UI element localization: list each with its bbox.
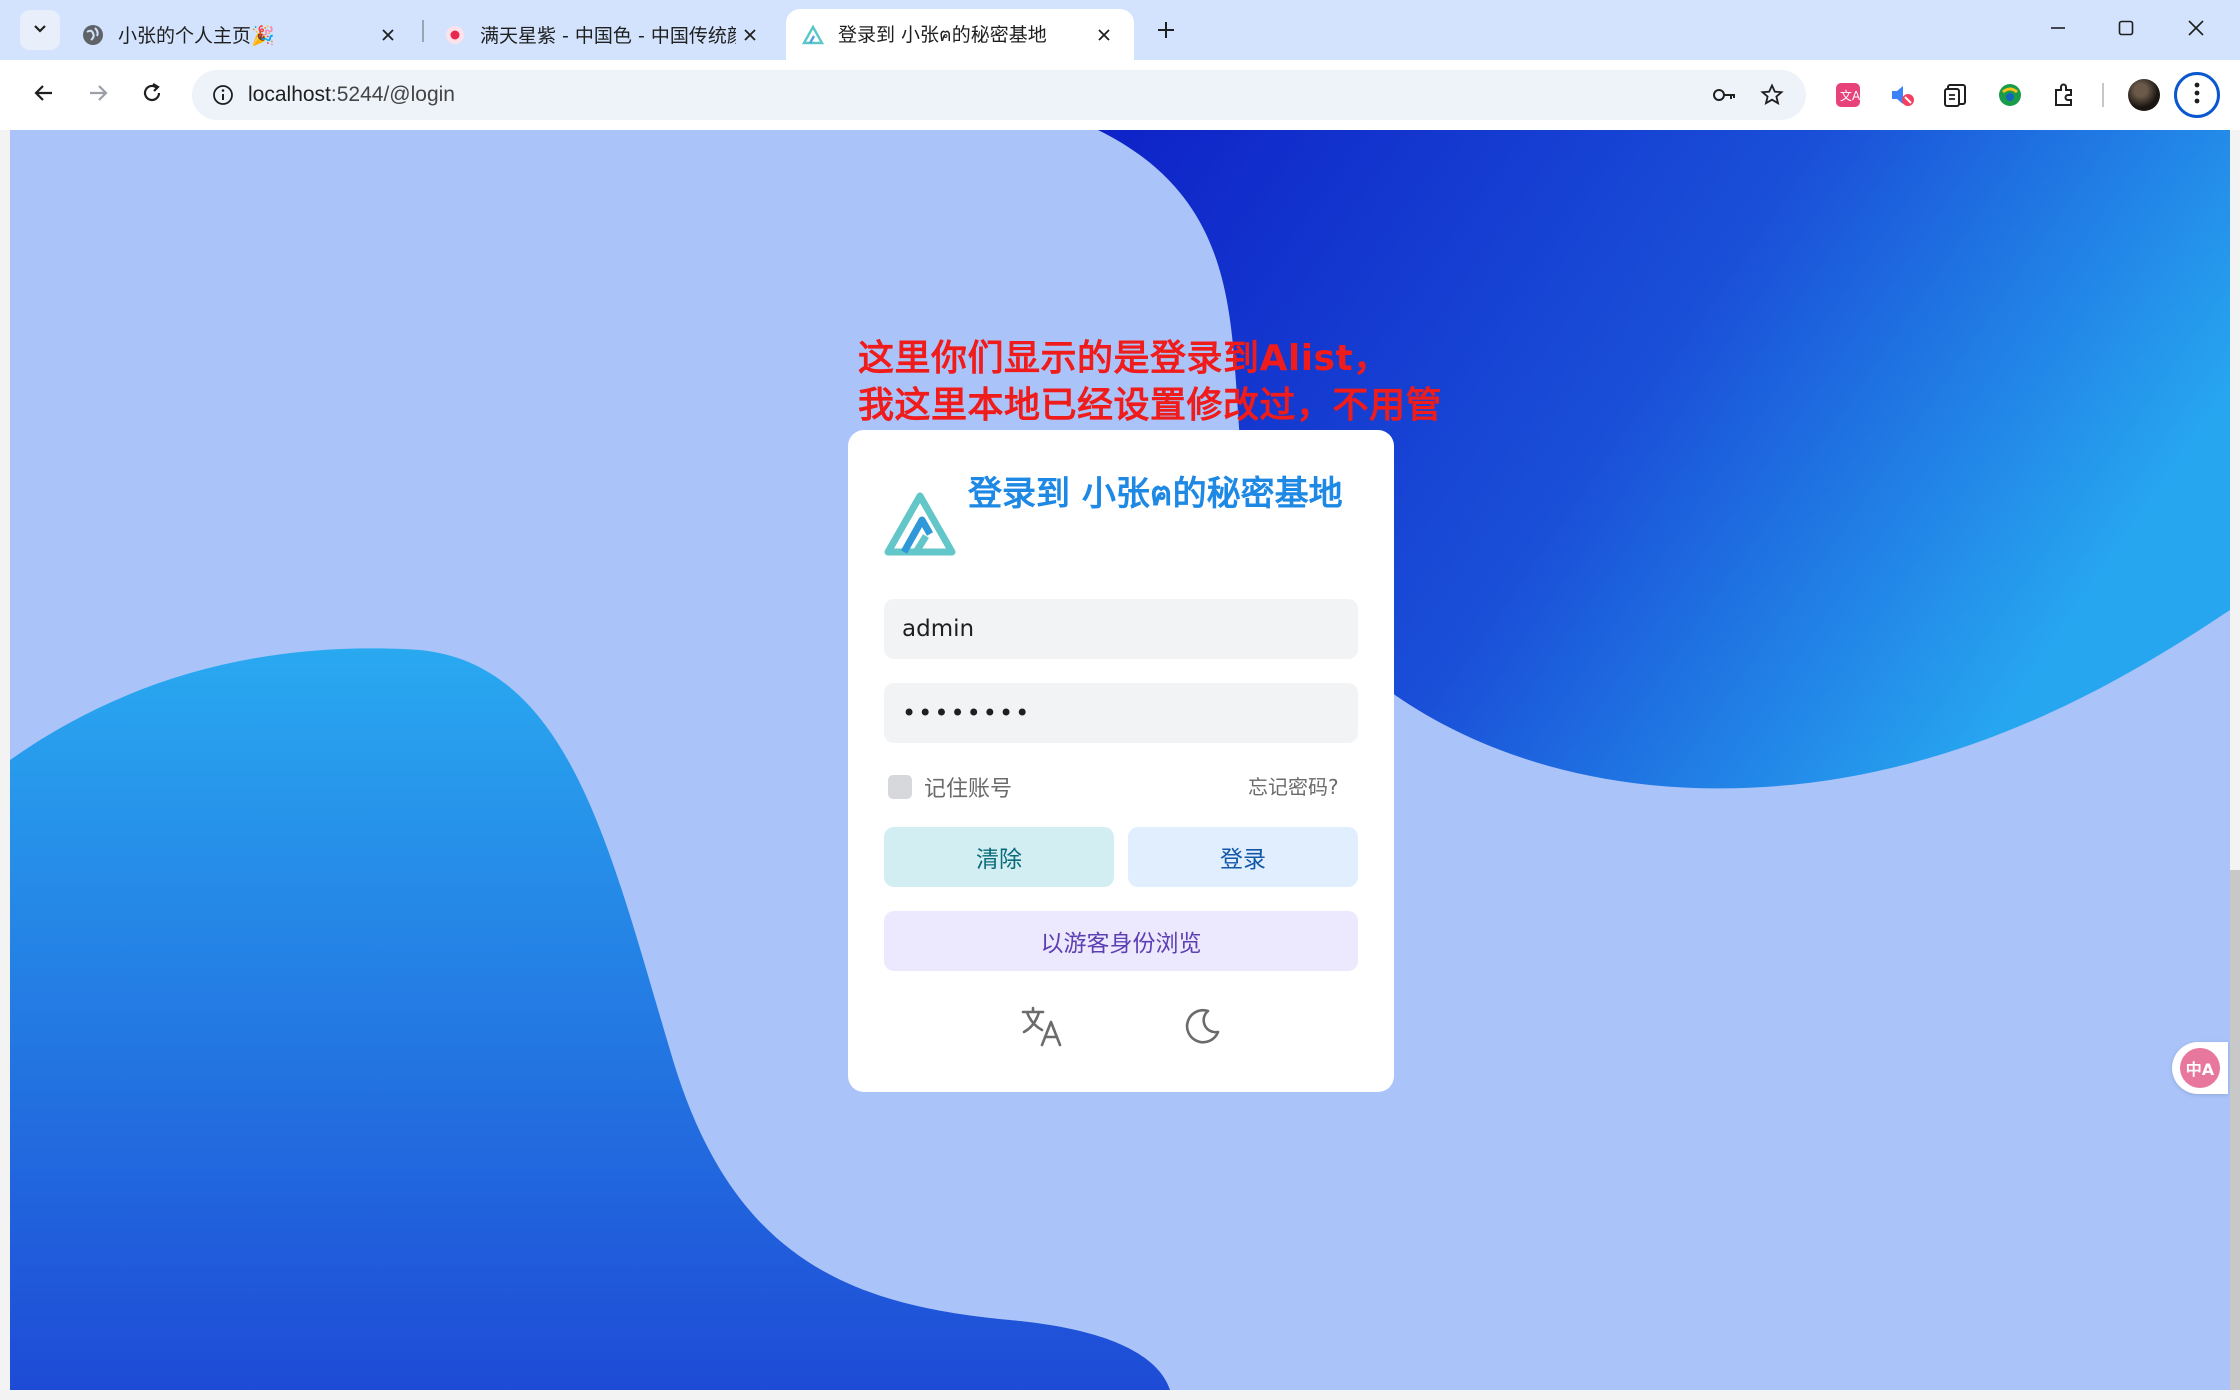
close-icon — [2187, 19, 2205, 41]
alist-logo-icon — [884, 492, 956, 556]
floating-translate-button[interactable]: 中A — [2172, 1042, 2228, 1094]
language-icon[interactable] — [1016, 1000, 1068, 1052]
close-icon[interactable] — [736, 21, 764, 49]
login-card: 登录到 小张ฅ的秘密基地 记住账号 忘记密码? 清除 登录 以游客身份浏览 — [848, 430, 1394, 1092]
browser-menu-button[interactable] — [2174, 72, 2220, 118]
new-tab-button[interactable] — [1148, 14, 1184, 50]
login-title: 登录到 小张ฅ的秘密基地 — [968, 474, 1343, 514]
tab-strip: 小张的个人主页🎉 满天星紫 - 中国色 - 中国传统颜 登录到 小张ฅ的秘密基地 — [0, 0, 2240, 60]
address-bar[interactable]: localhost:5244/@login — [192, 70, 1806, 120]
reload-button[interactable] — [130, 73, 174, 117]
more-vertical-icon — [2193, 81, 2201, 109]
avatar[interactable] — [2128, 79, 2160, 111]
login-button[interactable]: 登录 — [1128, 827, 1358, 887]
close-icon[interactable] — [374, 21, 402, 49]
toolbar-divider — [2102, 83, 2104, 107]
close-icon[interactable] — [1090, 21, 1118, 49]
remember-checkbox[interactable] — [888, 775, 912, 799]
maximize-button[interactable] — [2092, 6, 2160, 54]
tab-title: 满天星紫 - 中国色 - 中国传统颜 — [480, 25, 736, 47]
maximize-icon — [2117, 19, 2135, 41]
minimize-button[interactable] — [2024, 6, 2092, 54]
browser-toolbar: localhost:5244/@login 文A — [0, 60, 2240, 130]
tab-chinese-colors[interactable]: 满天星紫 - 中国色 - 中国传统颜 — [428, 9, 780, 60]
annotation-line: 我这里本地已经设置修改过，不用管 — [858, 385, 1443, 426]
guest-browse-button[interactable]: 以游客身份浏览 — [884, 911, 1358, 971]
key-icon[interactable] — [1704, 75, 1744, 115]
login-header: 登录到 小张ฅ的秘密基地 — [884, 468, 1364, 558]
username-input[interactable] — [884, 599, 1358, 659]
password-input[interactable] — [884, 683, 1358, 743]
translate-extension-icon[interactable]: 文A — [1826, 73, 1870, 117]
annotation-note: 这里你们显示的是登录到Alist， 我这里本地已经设置修改过，不用管 — [858, 335, 1442, 429]
moon-icon[interactable] — [1176, 1000, 1228, 1052]
star-icon[interactable] — [1752, 75, 1792, 115]
minimize-icon — [2049, 19, 2067, 41]
chevron-down-icon — [31, 19, 49, 41]
forward-button[interactable] — [76, 73, 120, 117]
tab-search-button[interactable] — [20, 10, 60, 50]
url-path: :5244/@login — [330, 83, 455, 106]
flower-icon — [444, 24, 466, 46]
alist-logo-icon — [802, 24, 824, 46]
annotation-line: 这里你们显示的是登录到Alist， — [858, 338, 1390, 379]
tab-manager-extension-icon[interactable] — [1934, 73, 1978, 117]
remember-label: 记住账号 — [924, 777, 1013, 802]
tab-homepage[interactable]: 小张的个人主页🎉 — [66, 9, 418, 60]
arrow-right-icon — [86, 81, 110, 109]
arrow-left-icon — [32, 81, 56, 109]
remember-account[interactable]: 记住账号 — [888, 771, 1012, 803]
close-window-button[interactable] — [2162, 6, 2230, 54]
tab-login[interactable]: 登录到 小张ฅ的秘密基地 — [786, 9, 1134, 60]
info-icon[interactable] — [198, 70, 248, 120]
tab-title: 登录到 小张ฅ的秘密基地 — [838, 23, 1047, 46]
url-host: localhost — [248, 83, 331, 106]
puzzle-icon[interactable] — [2042, 73, 2086, 117]
download-extension-icon[interactable] — [1988, 73, 2032, 117]
plus-icon — [1156, 20, 1176, 44]
svg-text:文A: 文A — [1840, 88, 1861, 103]
back-button[interactable] — [22, 73, 66, 117]
scrollbar[interactable] — [2230, 870, 2240, 1390]
clear-button[interactable]: 清除 — [884, 827, 1114, 887]
mute-extension-icon[interactable] — [1880, 73, 1924, 117]
page-viewport: 这里你们显示的是登录到Alist， 我这里本地已经设置修改过，不用管 登录到 小… — [10, 130, 2230, 1390]
forgot-password-link[interactable]: 忘记密码? — [1248, 771, 1339, 800]
tab-divider — [422, 20, 424, 42]
tab-title: 小张的个人主页🎉 — [118, 25, 275, 47]
reload-icon — [140, 81, 164, 109]
translate-icon: 中A — [2180, 1048, 2220, 1088]
globe-icon — [82, 24, 104, 46]
url-text: localhost:5244/@login — [248, 83, 455, 107]
